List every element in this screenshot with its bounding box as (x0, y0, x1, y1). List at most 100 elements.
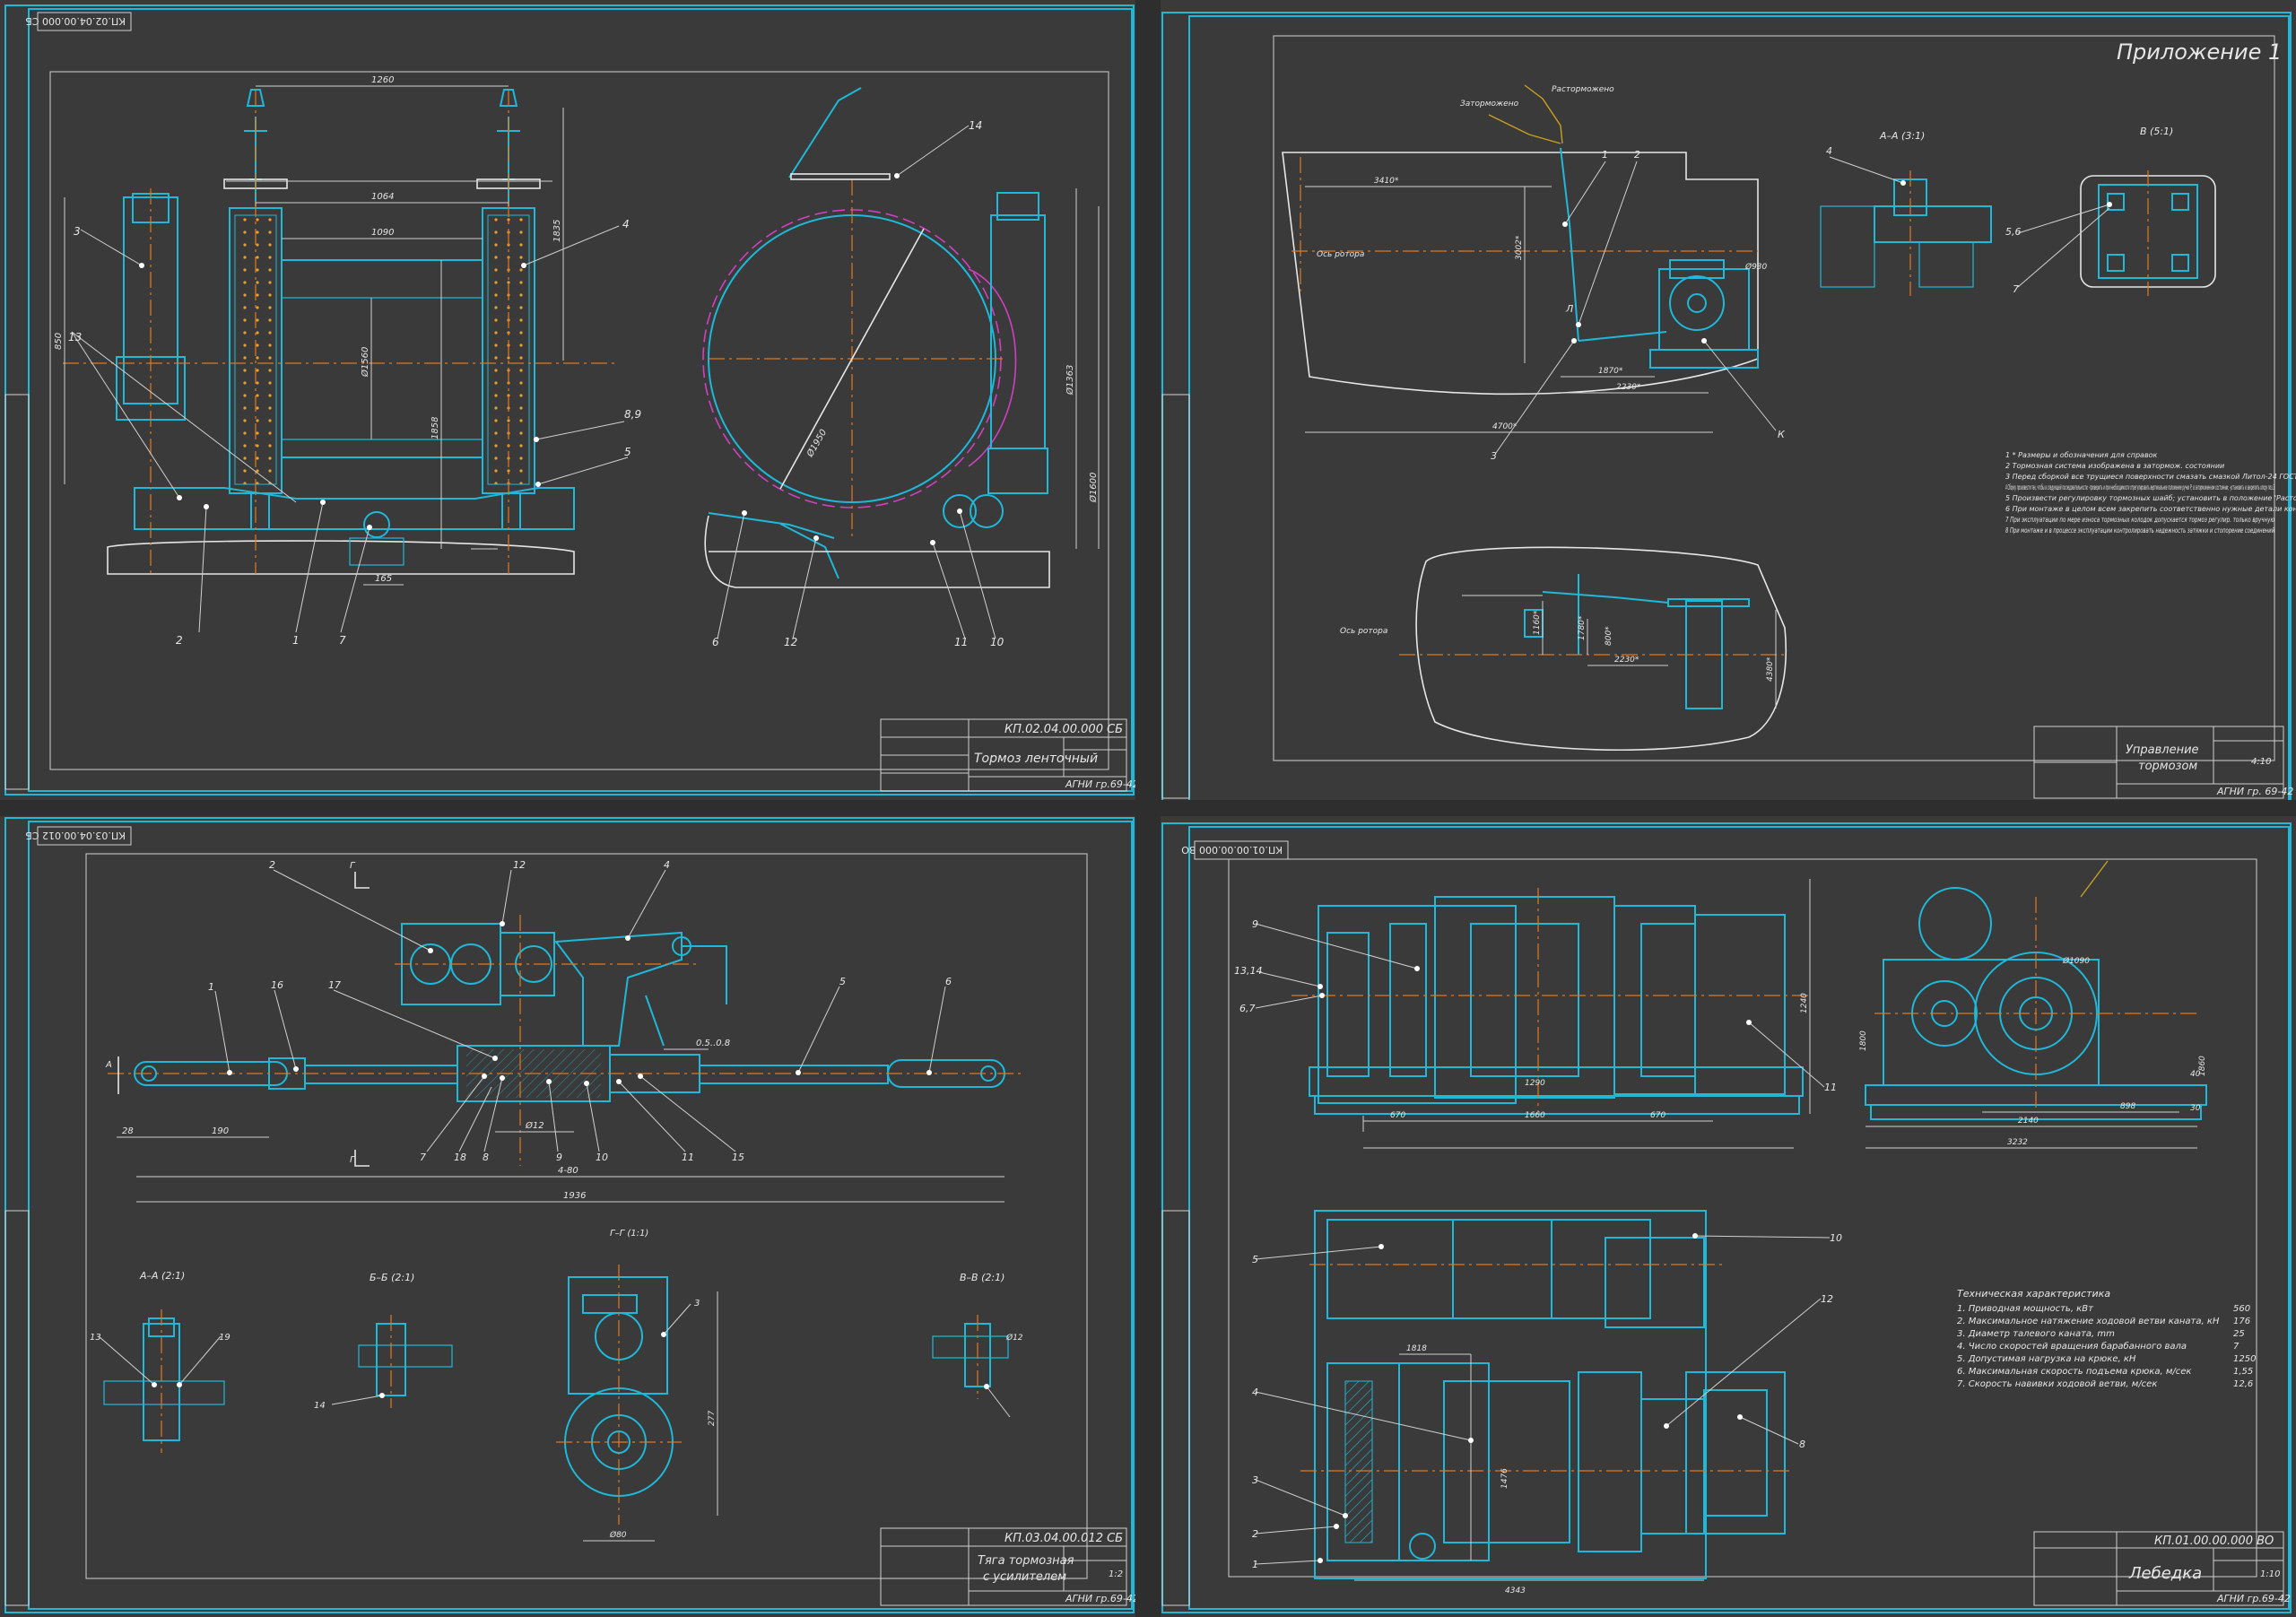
leader-3: 3 (1491, 450, 1497, 462)
spec-label-7: 7. Скорость навивки ходовой ветви, м/сек (1957, 1379, 2157, 1389)
leader-13-14: 13,14 (1234, 965, 1263, 977)
leader-5: 5 (839, 976, 846, 987)
leader-12: 12 (1821, 1293, 1833, 1305)
appendix-title: Приложение 1 (2117, 39, 2282, 65)
stamp-sheet: 4:10 (2251, 757, 2271, 767)
dim-d1090: Ø1090 (2062, 956, 2090, 966)
leader-2: 2 (1252, 1528, 1258, 1540)
leader-4: 4 (1252, 1387, 1258, 1398)
leader-8-9: 8,9 (624, 408, 641, 421)
stamp-code: КП.03.04.00.012 СБ (1004, 1532, 1123, 1545)
leader-10: 10 (1830, 1232, 1842, 1244)
leader-7: 7 (339, 634, 346, 647)
dim-30: 30 (2190, 1104, 2201, 1113)
dim-1858: 1858 (430, 417, 440, 439)
leader-5: 5 (624, 446, 631, 458)
dim-d80: Ø80 (609, 1530, 627, 1540)
leader-13: 13 (90, 1333, 101, 1343)
dim-1818: 1818 (1406, 1344, 1427, 1353)
section-gg-title: Г–Г (1:1) (610, 1229, 648, 1239)
dim-d1600: Ø1600 (1088, 473, 1099, 503)
dim-1835: 1835 (552, 220, 562, 242)
dim-1090: 1090 (371, 228, 394, 238)
leader-9: 9 (1252, 918, 1258, 930)
view-b-title: В (5:1) (2140, 126, 2173, 137)
dim-670-b: 670 (1650, 1111, 1665, 1120)
leader-6: 6 (945, 976, 952, 987)
dim-670-a: 670 (1390, 1111, 1405, 1120)
leader-16: 16 (271, 979, 283, 991)
note-4: 4 Сборку произвести так, чтобы в следующ… (2005, 483, 2274, 491)
leader-11: 11 (682, 1152, 694, 1163)
note-7: 7 При эксплуатации по мере износа тормоз… (2005, 516, 2274, 524)
label-brake-off: Расторможено (1552, 85, 1614, 94)
spec-label-6: 6. Максимальная скорость подъема крюка, … (1957, 1367, 2191, 1377)
leader-12: 12 (784, 636, 797, 648)
leader-2: 2 (176, 634, 183, 647)
leader-3: 3 (1252, 1474, 1258, 1486)
dim-1476: 1476 (1500, 1468, 1509, 1489)
spec-value-2: 176 (2233, 1317, 2250, 1326)
note-3: 3 Перед сборкой все трущиеся поверхности… (2005, 473, 2296, 481)
leader-1: 1 (1602, 149, 1608, 161)
cad-drawing-canvas[interactable]: КП.02.04.00.000 СБ 1260 1064 1090 1858 8… (0, 0, 2296, 1617)
note-2: 2 Тормозная система изображена в затормо… (2005, 462, 2224, 470)
spec-value-1: 560 (2233, 1304, 2250, 1314)
section-letter-a: А (105, 1060, 112, 1070)
leader-7: 7 (420, 1152, 426, 1163)
rotated-code: КП.03.04.00.012 СБ (25, 830, 126, 841)
dim-4343: 4343 (1505, 1587, 1526, 1595)
dim-1936: 1936 (563, 1191, 586, 1201)
dim-1064: 1064 (371, 192, 394, 202)
leader-8: 8 (483, 1152, 489, 1163)
leader-11: 11 (954, 636, 968, 648)
stamp-group: АГНИ гр.69-42 (2216, 1593, 2291, 1604)
leader-2: 2 (269, 859, 275, 871)
spec-title: Техническая характеристика (1957, 1288, 2110, 1300)
spec-label-4: 4. Число скоростей вращения барабанного … (1957, 1341, 2187, 1352)
dim-4380: 4380* (1766, 656, 1775, 682)
leader-4: 4 (622, 218, 630, 230)
dim-1780: 1780* (1578, 615, 1587, 640)
stamp-title-2: тормозом (2138, 760, 2197, 773)
dim-898: 898 (2120, 1102, 2135, 1111)
note-5: 5 Произвести регулировку тормозных шайб;… (2005, 494, 2296, 502)
dim-d12-v: Ø12 (1005, 1333, 1023, 1343)
spec-value-3: 25 (2233, 1329, 2245, 1339)
dim-d1363: Ø1363 (1065, 365, 1075, 396)
stamp-title-1: Управление (2126, 743, 2199, 757)
leader-k: К (1778, 429, 1786, 440)
leader-8: 8 (1799, 1439, 1805, 1450)
dim-d12: Ø12 (525, 1120, 544, 1131)
note-6: 6 При монтаже в целом всем закрепить соо… (2005, 505, 2296, 513)
section-aa-leader: 4 (1826, 145, 1832, 157)
spec-label-1: 1. Приводная мощность, кВт (1957, 1304, 2094, 1314)
leader-3: 3 (694, 1299, 700, 1308)
dim-1160: 1160* (1533, 610, 1542, 635)
leader-17: 17 (328, 979, 341, 991)
dim-d930: Ø930 (1744, 262, 1768, 272)
leader-9: 9 (556, 1152, 562, 1163)
leader-1: 1 (208, 981, 214, 993)
dim-1260: 1260 (371, 75, 394, 85)
dim-1290: 1290 (1525, 1079, 1545, 1088)
rotated-code: КП.01.00.00.000 ВО (1181, 844, 1283, 856)
stamp-title-2: с усилителем (983, 1570, 1066, 1584)
stamp-sheet: 1:10 (2260, 1569, 2280, 1579)
leader-1: 1 (292, 634, 300, 647)
spec-label-2: 2. Максимальное натяжение ходовой ветви … (1957, 1317, 2220, 1326)
dim-d1560: Ø1560 (360, 347, 370, 378)
leader-19: 19 (219, 1333, 230, 1343)
leader-12: 12 (513, 859, 526, 871)
dim-190: 190 (212, 1126, 229, 1136)
leader-2: 2 (1634, 149, 1640, 161)
spec-value-4: 7 (2233, 1342, 2239, 1352)
dim-28: 28 (122, 1126, 134, 1136)
leader-18: 18 (454, 1152, 466, 1163)
dim-1860: 1860 (2198, 1056, 2207, 1076)
dim-1870: 1870* (1598, 367, 1623, 376)
dim-2230: 2230* (1616, 383, 1641, 392)
leader-13: 13 (68, 331, 82, 343)
view-b-leader-7: 7 (2013, 283, 2019, 295)
stamp-title: Тормоз ленточный (974, 752, 1098, 766)
